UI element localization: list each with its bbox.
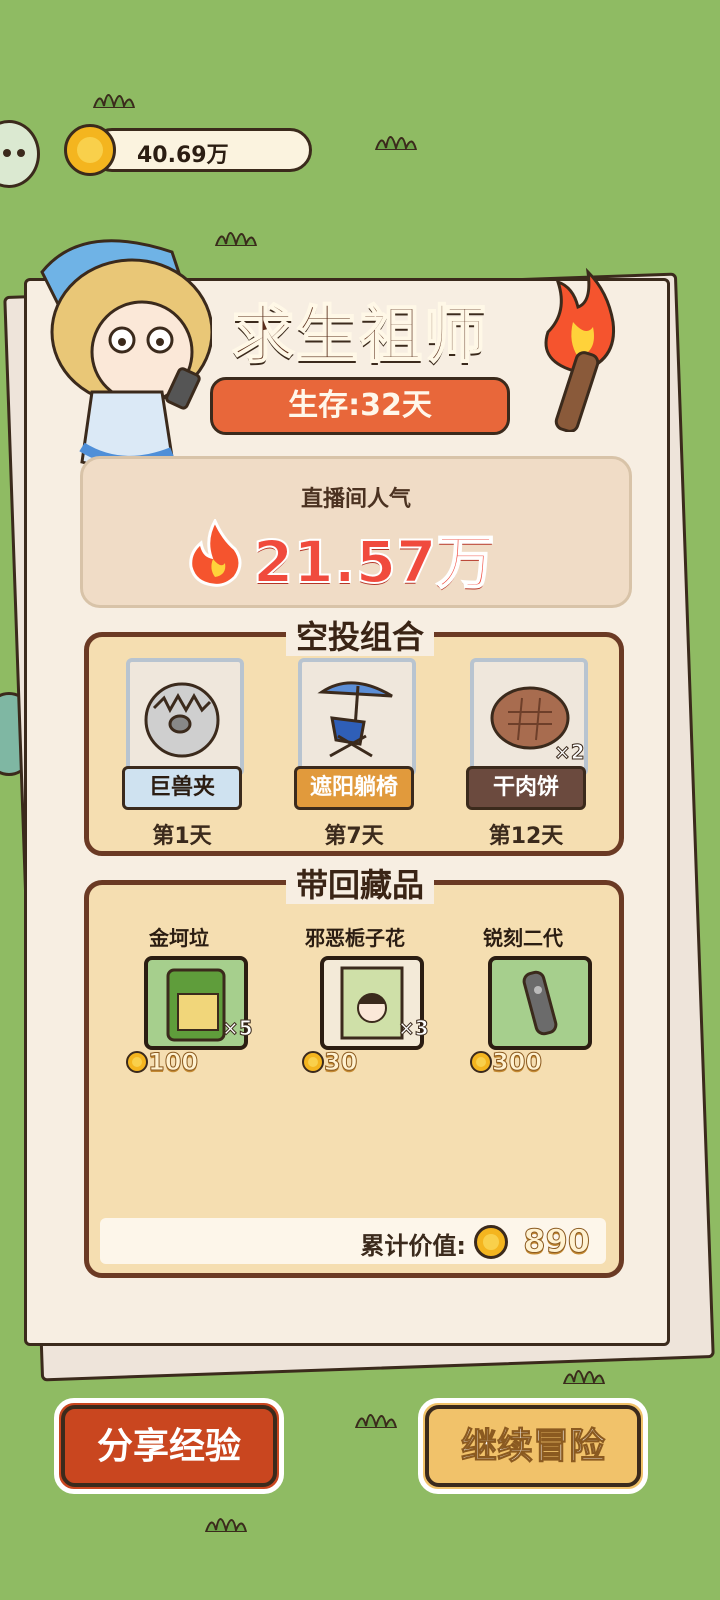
total-value-label: 累计价值:	[360, 1232, 466, 1260]
collectible-item[interactable]: 锐刻二代 300	[448, 922, 598, 1077]
grass-icon	[214, 232, 258, 246]
item-quantity: ×5	[222, 1016, 254, 1041]
airdrop-item-name: 遮阳躺椅	[294, 766, 414, 810]
collectible-name: 金坷垃	[149, 926, 209, 950]
survival-days-badge: 生存:32天	[210, 377, 510, 435]
character-avatar	[40, 239, 212, 487]
coin-icon	[474, 1225, 508, 1259]
torch-icon	[544, 267, 616, 432]
grass-icon	[92, 94, 136, 108]
airdrop-item-name: 干肉饼	[466, 766, 586, 810]
popularity-panel: 直播间人气 21.57万	[80, 456, 632, 608]
grass-icon	[204, 1518, 248, 1532]
continue-button[interactable]: 继续冒险	[418, 1398, 648, 1494]
total-value: 890	[523, 1222, 591, 1261]
coin-icon	[470, 1051, 492, 1073]
share-button-label: 分享经验	[61, 1405, 277, 1487]
airdrop-item-day: 第7天	[324, 824, 384, 849]
game-screen: { "coins": {"value": "40.69万", "icon": "…	[0, 0, 720, 1600]
collectible-price: 30	[302, 1048, 358, 1077]
airdrop-item-day: 第1天	[152, 824, 212, 849]
continue-button-label: 继续冒险	[425, 1405, 641, 1487]
collectible-name: 邪恶栀子花	[305, 926, 405, 950]
item-quantity: ×2	[554, 740, 586, 765]
beast-trap-icon	[144, 682, 220, 758]
collectibles-title: 带回藏品	[0, 860, 720, 906]
e-cigarette-icon	[522, 970, 558, 1036]
airdrop-item-day: 第12天	[488, 824, 564, 849]
grass-icon	[354, 1414, 398, 1428]
collectible-price: 300	[470, 1048, 543, 1077]
flame-icon	[189, 519, 242, 587]
collectible-price: 100	[126, 1048, 199, 1077]
collectible-item[interactable]: 金坷垃 ×5 100	[104, 922, 254, 1077]
collectible-name: 锐刻二代	[483, 926, 563, 950]
airdrop-item-name: 巨兽夹	[122, 766, 242, 810]
coin-icon	[302, 1051, 324, 1073]
item-quantity: ×3	[398, 1016, 430, 1041]
grass-icon	[374, 136, 418, 150]
coin-amount: 40.69万	[137, 143, 229, 168]
coin-icon	[126, 1051, 148, 1073]
total-value-bar: 累计价值: 890	[100, 1218, 606, 1264]
beach-chair-icon	[317, 681, 393, 758]
share-button[interactable]: 分享经验	[54, 1398, 284, 1494]
page-title: 求生祖师	[231, 297, 488, 372]
side-menu-button[interactable]	[0, 120, 40, 188]
popularity-value: 21.57万	[252, 527, 495, 597]
coin-icon	[64, 124, 116, 176]
airdrop-title: 空投组合	[0, 612, 720, 658]
collectible-item[interactable]: 邪恶栀子花 ×3 30	[280, 922, 430, 1077]
popularity-label: 直播间人气	[300, 487, 411, 512]
face-icon	[3, 149, 25, 157]
coin-counter: 40.69万	[64, 124, 312, 176]
